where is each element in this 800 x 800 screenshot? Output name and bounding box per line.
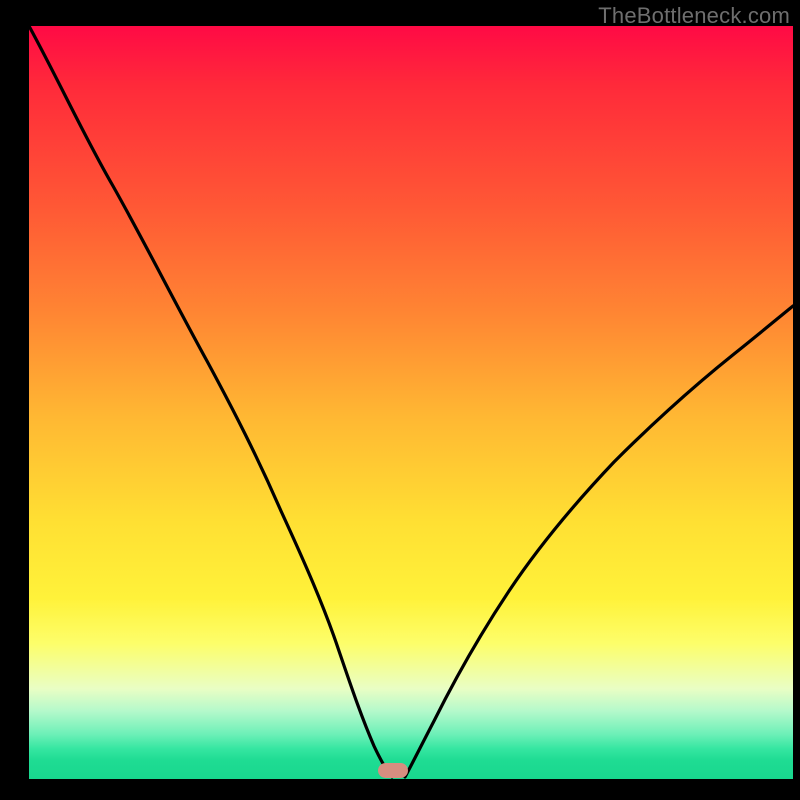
right-curve [405,306,793,777]
left-curve [29,26,392,777]
curve-layer [29,26,793,779]
plot-area [29,26,793,779]
valley-marker [378,763,408,778]
watermark-text: TheBottleneck.com [598,3,790,29]
chart-container: TheBottleneck.com [0,0,800,800]
